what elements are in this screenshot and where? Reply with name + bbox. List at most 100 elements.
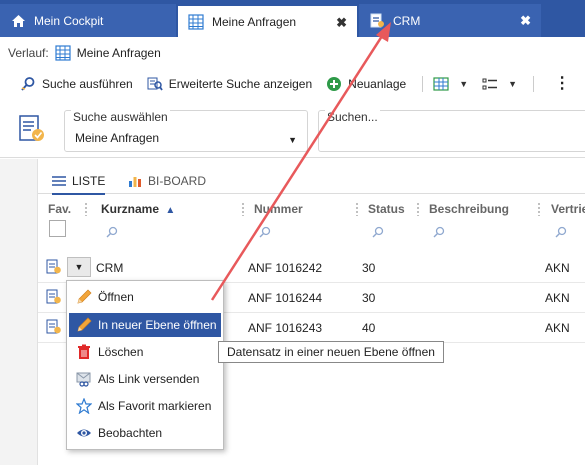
menu-item-mark-favorite[interactable]: Als Favorit markieren [69,394,221,418]
history-item[interactable]: Meine Anfragen [77,46,161,60]
select-all-checkbox[interactable] [49,220,66,237]
column-header-vertrieb[interactable]: Vertrie [551,202,585,216]
list-icon [52,175,66,187]
column-resize-handle[interactable] [355,202,359,216]
tab-label: CRM [393,13,421,28]
menu-item-open-new-layer[interactable]: In neuer Ebene öffnen [69,313,221,337]
tab-bar-filler [541,4,585,37]
bar-chart-icon [128,174,142,188]
mail-link-icon [76,371,92,387]
filter-search-icon[interactable] [433,222,445,242]
filter-search-icon[interactable] [106,222,118,242]
search-input[interactable]: Suchen... [318,110,585,152]
cell-status: 30 [362,261,376,275]
column-resize-handle[interactable] [241,202,245,216]
filter-search-icon[interactable] [259,222,271,242]
search-run-button[interactable]: Suche ausführen [20,76,133,92]
crm-record-icon [369,13,385,29]
list-view-menu-button[interactable]: ▼ [482,76,517,92]
search-form-icon [18,114,48,149]
saved-search-label: Suche auswählen [71,110,170,124]
list-view-icon [482,76,498,92]
menu-item-label: Löschen [98,345,144,359]
menu-item-label: Beobachten [98,426,163,440]
record-icon [46,289,62,308]
tab-mein-cockpit[interactable]: Mein Cockpit [0,4,176,37]
row-context-menu: Öffnen In neuer Ebene öffnen Löschen Als… [66,280,224,450]
chevron-down-icon: ▼ [288,135,297,145]
pencil-icon [76,317,92,333]
chevron-down-icon: ▼ [508,79,518,89]
menu-tooltip: Datensatz in einer neuen Ebene öffnen [218,341,444,363]
filter-search-icon[interactable] [372,222,384,242]
tab-label: Mein Cockpit [34,13,104,28]
advanced-search-icon [147,76,163,92]
tab-bi-board-label: BI-BOARD [148,174,207,188]
new-record-label: Neuanlage [348,77,407,91]
column-header-status[interactable]: Status [368,202,405,216]
menu-item-open[interactable]: Öffnen [69,285,221,309]
row-menu-button[interactable]: ▼ [67,257,91,277]
search-run-label: Suche ausführen [42,77,133,91]
column-header-beschreibung[interactable]: Beschreibung [429,202,509,216]
new-record-button[interactable]: Neuanlage [326,76,406,92]
grid-layout-icon [433,76,449,92]
menu-item-label: Als Favorit markieren [98,399,212,413]
close-icon[interactable]: ✖ [520,13,531,29]
saved-search-value: Meine Anfragen [75,131,160,145]
tab-crm[interactable]: CRM ✖ [359,4,541,37]
column-header-nummer[interactable]: Nummer [254,202,303,216]
filter-search-icon[interactable] [555,222,567,242]
search-input-label: Suchen... [325,110,380,124]
cell-vertrieb: AKN [545,321,570,335]
cell-kurzname: CRM [96,261,124,275]
tab-label: Meine Anfragen [212,14,297,29]
more-options-icon[interactable]: ⋮ [554,76,570,92]
tab-list-label: LISTE [72,174,106,188]
column-header-fav[interactable]: Fav. [48,202,71,216]
tab-meine-anfragen[interactable]: Meine Anfragen ✖ [178,4,357,37]
plus-circle-icon [326,76,342,92]
tab-bi-board[interactable]: BI-BOARD [128,174,206,188]
toolbar-divider [533,76,535,92]
cell-status: 40 [362,321,376,335]
cell-nummer: ANF 1016243 [248,321,323,335]
toolbar: Suche ausführen Erweiterte Suche anzeige… [0,72,585,96]
advanced-search-label: Erweiterte Suche anzeigen [168,77,313,91]
column-resize-handle[interactable] [537,202,541,216]
menu-item-watch[interactable]: Beobachten [69,421,221,445]
tab-bar: Mein Cockpit Meine Anfragen ✖ CRM ✖ [0,0,585,37]
column-header-label: Kurzname [101,202,160,216]
saved-search-select[interactable]: Suche auswählen Meine Anfragen ▼ [64,110,308,152]
table-row[interactable]: ▼ CRM ANF 1016242 30 AKN [38,253,585,283]
history-breadcrumb: Verlauf: Meine Anfragen [8,44,161,62]
column-resize-handle[interactable] [84,202,88,216]
left-sidebar-strip [0,159,38,465]
cell-status: 30 [362,291,376,305]
history-label: Verlauf: [8,46,49,60]
chevron-down-icon: ▼ [74,262,84,272]
cell-nummer: ANF 1016244 [248,291,323,305]
tab-list-view[interactable]: LISTE [52,174,106,195]
menu-item-send-link[interactable]: Als Link versenden [69,367,221,391]
column-resize-handle[interactable] [416,202,420,216]
view-tabs: LISTE BI-BOARD [38,170,585,195]
grid-icon [55,45,71,61]
close-icon[interactable]: ✖ [336,15,347,31]
sort-ascending-icon: ▲ [165,205,176,216]
menu-item-label: Öffnen [98,290,134,304]
search-panel: Suche auswählen Meine Anfragen ▼ Suchen.… [0,102,585,158]
advanced-search-button[interactable]: Erweiterte Suche anzeigen [147,76,312,92]
cell-nummer: ANF 1016242 [248,261,323,275]
column-header-kurzname[interactable]: Kurzname ▲ [101,202,175,216]
grid-layout-menu-button[interactable]: ▼ [433,76,468,92]
menu-item-label: In neuer Ebene öffnen [98,318,217,332]
menu-item-delete[interactable]: Löschen [69,340,221,364]
eye-icon [76,425,92,441]
record-icon [46,259,62,278]
chevron-down-icon: ▼ [459,79,469,89]
star-icon [76,398,92,414]
menu-item-label: Als Link versenden [98,372,200,386]
cell-vertrieb: AKN [545,291,570,305]
record-icon [46,319,62,338]
